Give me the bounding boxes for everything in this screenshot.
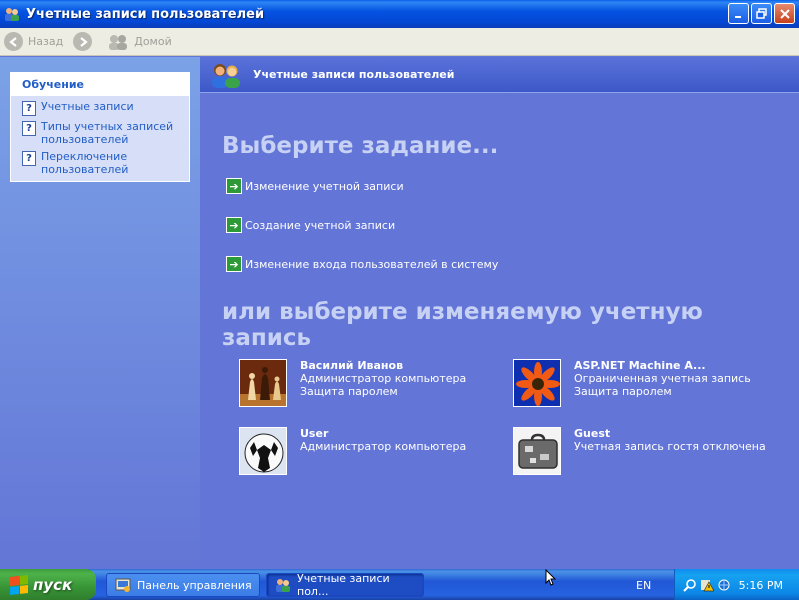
taskbar-button-user-accounts[interactable]: Учетные записи пол... [266, 572, 424, 598]
account-type: Учетная запись гостя отключена [574, 440, 766, 453]
green-arrow-icon: ➔ [226, 178, 242, 194]
sidebar-item-account-types[interactable]: ? Типы учетных записей пользователей [11, 116, 189, 146]
task-label: Изменение учетной записи [245, 179, 404, 193]
taskbar-button-label: Панель управления [137, 578, 252, 592]
green-arrow-icon: ➔ [226, 256, 242, 272]
sidebar-item-label: Учетные записи [41, 100, 134, 113]
account-password-status: Защита паролем [300, 385, 398, 398]
sidebar-item-label: Типы учетных записей пользователей [41, 120, 174, 146]
navigation-toolbar: Назад Домой [0, 28, 799, 56]
back-arrow-icon [4, 32, 23, 51]
green-arrow-icon: ➔ [226, 217, 242, 233]
learn-about-box: Обучение ? Учетные записи ? Типы учетных… [10, 72, 190, 182]
title-bar[interactable]: Учетные записи пользователей [0, 0, 799, 28]
back-button[interactable]: Назад [4, 32, 63, 51]
maximize-button[interactable] [751, 3, 772, 24]
start-button[interactable]: пуск [0, 569, 96, 600]
content-header-title: Учетные записи пользователей [253, 68, 455, 81]
account-password-status: Защита паролем [574, 385, 672, 398]
change-account-link[interactable]: ➔ Изменение учетной записи [226, 178, 404, 194]
account-guest[interactable]: Guest Учетная запись гостя отключена [513, 427, 773, 475]
soccer-ball-picture-icon [239, 427, 287, 475]
account-user[interactable]: User Администратор компьютера [239, 427, 499, 475]
users-app-icon [4, 6, 20, 22]
close-button[interactable] [774, 3, 795, 24]
account-vasily-ivanov[interactable]: Василий Иванов Администратор компьютера … [239, 359, 499, 407]
users-icon [210, 62, 242, 88]
search-icon[interactable] [683, 578, 697, 592]
start-label: пуск [33, 575, 73, 594]
forward-button[interactable] [73, 32, 97, 51]
language-indicator[interactable]: EN [636, 579, 651, 592]
help-question-icon: ? [22, 101, 36, 116]
account-type: Ограниченная учетная запись [574, 372, 751, 385]
change-logon-link[interactable]: ➔ Изменение входа пользователей в систем… [226, 256, 498, 272]
account-type: Администратор компьютера [300, 440, 467, 453]
control-panel-icon [115, 577, 131, 593]
sidebar-item-accounts[interactable]: ? Учетные записи [11, 96, 189, 116]
mouse-cursor-icon [545, 569, 557, 586]
help-question-icon: ? [22, 121, 36, 136]
pick-account-heading: или выберите изменяемую учетную запись [222, 299, 703, 351]
account-name: Guest [574, 427, 611, 440]
windows-logo-icon [10, 574, 28, 595]
home-label: Домой [134, 35, 172, 48]
account-aspnet[interactable]: ASP.NET Machine A... Ограниченная учетна… [513, 359, 773, 407]
suitcase-picture-icon [513, 427, 561, 475]
back-label: Назад [28, 35, 64, 48]
security-warning-icon[interactable] [700, 578, 715, 592]
sidebar-item-label: Переключение пользователей [41, 150, 129, 176]
home-button[interactable]: Домой [107, 33, 172, 51]
users-icon [275, 577, 291, 593]
forward-arrow-icon [73, 32, 93, 51]
taskbar-button-label: Учетные записи пол... [297, 572, 390, 598]
learn-heading: Обучение [11, 73, 189, 96]
task-label: Создание учетной записи [245, 218, 396, 232]
taskbar-button-control-panel[interactable]: Панель управления [106, 573, 260, 597]
pick-task-heading: Выберите задание... [222, 133, 499, 159]
task-label: Изменение входа пользователей в систему [245, 257, 499, 271]
taskbar: пуск Панель управления Учетные записи по… [0, 569, 799, 600]
help-question-icon: ? [22, 151, 36, 166]
create-account-link[interactable]: ➔ Создание учетной записи [226, 217, 395, 233]
content-header: Учетные записи пользователей [200, 57, 799, 93]
minimize-button[interactable] [728, 3, 749, 24]
system-tray: 5:16 PM [674, 569, 799, 600]
main-content: Учетные записи пользователей Выберите за… [200, 57, 799, 569]
network-icon[interactable] [717, 578, 731, 592]
system-clock[interactable]: 5:16 PM [739, 579, 783, 592]
window-title: Учетные записи пользователей [26, 6, 265, 22]
sidebar-item-switching[interactable]: ? Переключение пользователей [11, 146, 189, 176]
account-name: User [300, 427, 329, 440]
task-pane: Обучение ? Учетные записи ? Типы учетных… [0, 57, 200, 569]
account-name: Василий Иванов [300, 359, 404, 372]
chess-picture-icon [239, 359, 287, 407]
flower-picture-icon [513, 359, 561, 407]
home-users-icon [107, 33, 129, 51]
account-type: Администратор компьютера [300, 372, 467, 385]
account-name: ASP.NET Machine A... [574, 359, 706, 372]
